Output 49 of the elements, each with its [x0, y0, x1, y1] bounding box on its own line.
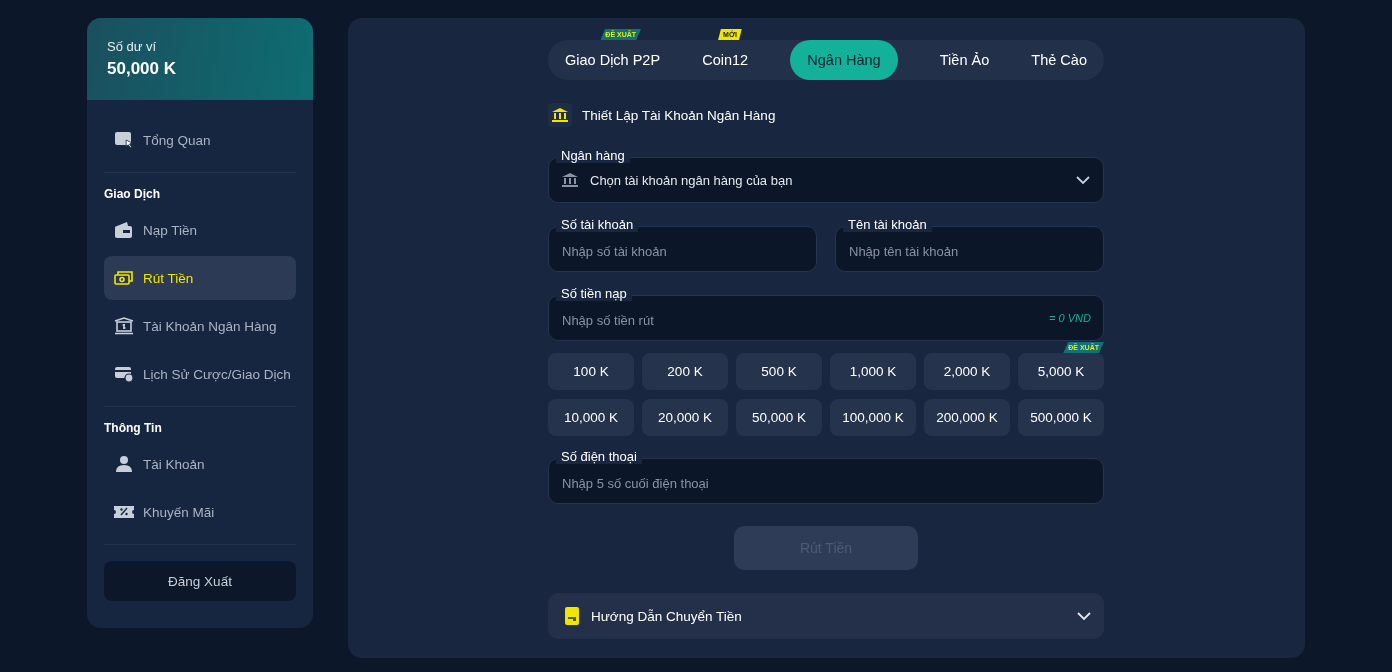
card-clock-icon — [114, 365, 134, 383]
balance-amount: 50,000 K — [107, 59, 177, 79]
amount-option[interactable]: 500 K — [736, 353, 822, 390]
amount-option[interactable]: 200 K — [642, 353, 728, 390]
amount-option[interactable]: 50,000 K — [736, 399, 822, 436]
section-title: Thông Tin — [104, 421, 163, 435]
amount-option[interactable]: 2,000 K — [924, 353, 1010, 390]
amount-option[interactable]: 1,000 K — [830, 353, 916, 390]
amount-option[interactable]: 100,000 K — [830, 399, 916, 436]
amount-option[interactable]: 500,000 K — [1018, 399, 1104, 436]
tab[interactable]: Coin12 — [702, 40, 749, 80]
sidebar-item[interactable]: Nạp Tiền — [104, 208, 296, 252]
sidebar-item[interactable]: Lịch Sử Cược/Giao Dịch — [104, 352, 296, 396]
tab[interactable]: Thẻ Cào — [1031, 40, 1104, 80]
tab[interactable]: Ngân Hàng — [790, 40, 898, 80]
amount-option[interactable]: 200,000 K — [924, 399, 1010, 436]
bank-icon — [548, 103, 572, 127]
user-icon — [114, 455, 134, 473]
chevron-down-icon — [1076, 175, 1090, 185]
field-label: Số tiền nạp — [556, 287, 632, 301]
amount-option[interactable]: 100 K — [548, 353, 634, 390]
amount-option[interactable]: 10,000 K — [548, 399, 634, 436]
tab[interactable]: Giao Dịch P2P — [565, 40, 661, 80]
field-label: Ngân hàng — [556, 149, 630, 163]
bank-icon — [114, 317, 134, 335]
sidebar-item[interactable]: Rút Tiền — [104, 256, 296, 300]
guide-accordion[interactable]: Hướng Dẫn Chuyển Tiền — [548, 593, 1104, 639]
field-label: Tên tài khoản — [843, 218, 932, 232]
amount-option[interactable]: 5,000 K — [1018, 353, 1104, 390]
wallet-icon — [114, 221, 134, 239]
coupon-icon — [114, 503, 134, 521]
sidebar-item[interactable]: Tài Khoản — [104, 442, 296, 486]
section-heading: Thiết Lập Tài Khoản Ngân Hàng — [582, 107, 776, 123]
sidebar-item[interactable]: Khuyến Mãi — [104, 490, 296, 534]
amount-option[interactable]: 20,000 K — [642, 399, 728, 436]
balance-label: Số dư ví — [107, 39, 158, 54]
sidebar-item[interactable]: Tổng Quan — [104, 118, 296, 162]
tab[interactable]: Tiền Ảo — [939, 40, 990, 80]
cash-icon — [114, 269, 134, 287]
field-label: Số tài khoản — [556, 218, 639, 232]
field-label: Số điện thoại — [556, 450, 642, 464]
bank-icon — [562, 173, 578, 187]
conversion-text: = 0 VND — [1049, 312, 1091, 324]
sidebar-item[interactable]: Tài Khoản Ngân Hàng — [104, 304, 296, 348]
logout-button[interactable]: Đăng Xuất — [104, 561, 296, 601]
window-icon — [114, 131, 134, 149]
document-icon — [565, 607, 579, 625]
chevron-down-icon — [1077, 611, 1091, 621]
section-title: Giao Dịch — [104, 187, 161, 201]
